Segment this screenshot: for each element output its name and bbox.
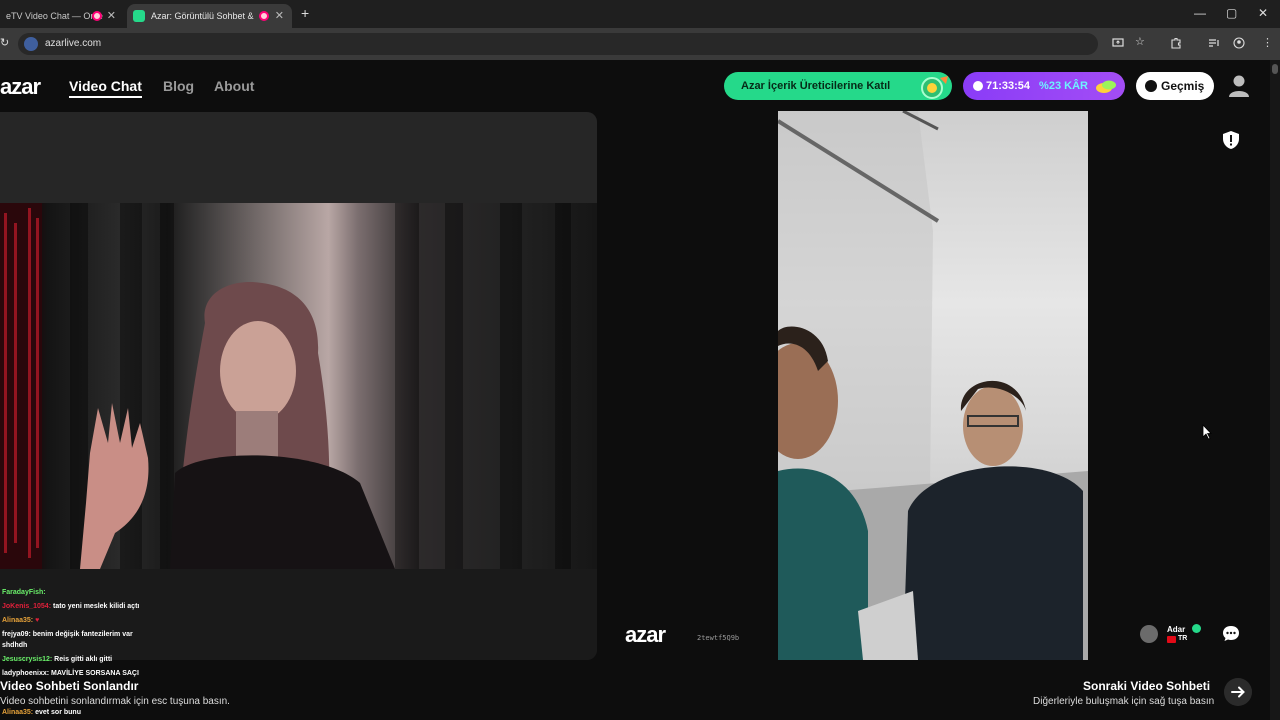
local-video-panel bbox=[0, 112, 597, 660]
next-chat-title[interactable]: Sonraki Video Sohbeti bbox=[1083, 679, 1210, 693]
new-tab-button[interactable]: + bbox=[301, 5, 309, 21]
report-shield-icon[interactable] bbox=[1221, 130, 1241, 150]
browser-tab-bar: eTV Video Chat — Ome ✕ Azar: Görüntülü S… bbox=[0, 0, 1280, 28]
chat-message: JoKenis_1054: tato yeni meslek kilidi aç… bbox=[2, 603, 139, 610]
chat-message: frejya09: benim değişik fantezilerim var bbox=[2, 631, 133, 638]
chat-username: Alinaa35: bbox=[2, 617, 34, 624]
live-chat-overlay bbox=[0, 569, 597, 660]
recording-icon bbox=[92, 11, 102, 21]
peer-country: TR bbox=[1178, 635, 1188, 642]
peer-avatar-icon bbox=[1140, 625, 1158, 643]
recording-icon bbox=[259, 11, 269, 21]
verified-badge-icon bbox=[1192, 624, 1201, 633]
extensions-icon[interactable] bbox=[1170, 37, 1182, 49]
chat-username: Jesuscrysis12: bbox=[2, 656, 53, 663]
chat-username: Alinaa35: bbox=[2, 709, 34, 716]
coins-icon bbox=[1096, 80, 1116, 93]
chat-message: Alinaa35: evet sor bunu bbox=[2, 709, 81, 716]
scrollbar-thumb[interactable] bbox=[1272, 64, 1278, 74]
scrollbar-track[interactable] bbox=[1270, 60, 1280, 720]
azar-logo[interactable]: azar bbox=[0, 74, 41, 100]
session-id: 2tewtf5Q9b bbox=[697, 634, 740, 642]
end-chat-hint: Video sohbetini sonlandırmak için esc tu… bbox=[0, 696, 230, 707]
streamer-video-image bbox=[0, 203, 571, 569]
media-icon[interactable] bbox=[1208, 37, 1220, 49]
peer-info[interactable]: Adar TR bbox=[1140, 622, 1210, 648]
history-label: Geçmiş bbox=[1161, 79, 1205, 93]
tab-title: Azar: Görüntülü Sohbet & bbox=[151, 11, 254, 21]
nav-blog[interactable]: Blog bbox=[163, 78, 194, 94]
star-icon[interactable]: ☆ bbox=[1135, 35, 1145, 48]
azar-watermark: azar bbox=[625, 622, 666, 647]
turkey-flag-icon bbox=[1167, 636, 1176, 643]
chat-text: MAVİLİYE SORSANA SAÇI bbox=[51, 670, 139, 677]
close-tab-icon[interactable]: ✕ bbox=[275, 9, 284, 22]
chat-text: Reis gitti aklı gitti bbox=[54, 656, 113, 663]
chat-username: ladyphoenixx: bbox=[2, 670, 50, 677]
chat-username: JoKenis_1054: bbox=[2, 603, 52, 610]
next-arrow-button[interactable] bbox=[1224, 678, 1252, 706]
screen-share-icon[interactable] bbox=[1112, 37, 1124, 49]
chat-message: Alinaa35: ♥ bbox=[2, 617, 39, 624]
remote-video-image bbox=[778, 111, 1088, 660]
browser-tab-ometv[interactable]: eTV Video Chat — Ome ✕ bbox=[0, 4, 124, 28]
maximize-button[interactable]: ▢ bbox=[1226, 6, 1237, 20]
mouse-cursor-icon bbox=[1202, 424, 1212, 440]
heart-emoji-icon: ♥ bbox=[35, 617, 40, 624]
history-button[interactable]: Geçmiş bbox=[1136, 72, 1214, 100]
peer-name: Adar bbox=[1167, 625, 1186, 634]
account-icon[interactable] bbox=[1233, 37, 1245, 49]
chat-text: evet sor bunu bbox=[35, 709, 81, 716]
azar-favicon bbox=[133, 10, 145, 22]
reload-icon[interactable]: ↻ bbox=[0, 36, 9, 49]
site-info-icon[interactable] bbox=[24, 37, 38, 51]
address-bar[interactable]: azarlive.com bbox=[18, 33, 1098, 55]
next-chat-hint: Diğerleriyle buluşmak için sağ tuşa bası… bbox=[1033, 696, 1215, 707]
close-tab-icon[interactable]: ✕ bbox=[107, 9, 116, 22]
menu-icon[interactable]: ⋮ bbox=[1262, 36, 1273, 49]
remote-video-feed bbox=[778, 111, 1088, 660]
chat-message: FaradayFish: bbox=[2, 589, 46, 596]
browser-toolbar: ↻ azarlive.com ☆ ⋮ bbox=[0, 28, 1280, 60]
chat-message: Jesuscrysis12: Reis gitti aklı gitti bbox=[2, 656, 112, 663]
profit-value: %23 KÂR bbox=[1039, 80, 1088, 92]
nav-video-chat[interactable]: Video Chat bbox=[69, 78, 142, 98]
chat-bubble-icon[interactable] bbox=[1222, 625, 1240, 642]
timer-value: 71:33:54 bbox=[986, 80, 1031, 92]
clock-icon bbox=[973, 81, 983, 91]
chat-message: shdhdh bbox=[2, 642, 27, 649]
end-chat-title[interactable]: Video Sohbeti Sonlandır bbox=[0, 679, 138, 693]
address-text: azarlive.com bbox=[45, 38, 102, 49]
local-video-feed bbox=[0, 203, 597, 569]
join-creators-label: Azar İçerik Üreticilerine Katıl bbox=[741, 80, 891, 92]
close-window-button[interactable]: ✕ bbox=[1258, 6, 1268, 20]
history-clock-icon bbox=[1145, 80, 1157, 92]
chat-username: frejya09: bbox=[2, 631, 31, 638]
chat-text: tato yeni meslek kilidi açtı bbox=[52, 603, 140, 610]
chat-text: benim değişik fantezilerim var bbox=[32, 631, 133, 638]
tab-title: eTV Video Chat — Ome bbox=[6, 11, 103, 21]
chat-text: shdhdh bbox=[2, 642, 28, 649]
nav-about[interactable]: About bbox=[214, 78, 254, 94]
chat-message: ladyphoenixx: MAVİLİYE SORSANA SAÇI bbox=[2, 670, 139, 677]
minimize-button[interactable]: — bbox=[1194, 6, 1206, 20]
profile-avatar-icon[interactable] bbox=[1228, 74, 1250, 98]
local-panel-header bbox=[0, 112, 597, 203]
chat-username: FaradayFish: bbox=[2, 589, 46, 596]
browser-tab-azar[interactable]: Azar: Görüntülü Sohbet & ✕ bbox=[127, 4, 292, 28]
creator-badge-icon bbox=[921, 76, 948, 99]
